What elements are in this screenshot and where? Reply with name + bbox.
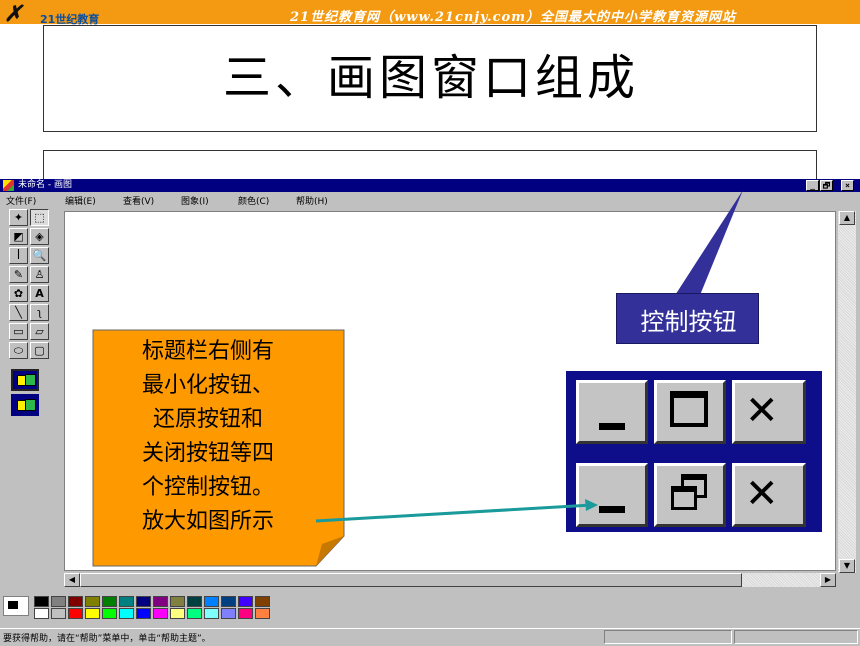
- orange-note: 标题栏右侧有 最小化按钮、 还原按钮和 关闭按钮等四 个控制按钮。 放大如图所示: [93, 330, 345, 566]
- note-line: 最小化按钮、: [141, 373, 274, 398]
- note-line: 还原按钮和: [152, 407, 263, 432]
- control-buttons-callout: 控制按钮: [616, 293, 759, 344]
- note-line: 放大如图所示: [141, 509, 274, 534]
- pointer-arrow-line: [315, 503, 593, 523]
- note-line: 个控制按钮。: [141, 475, 274, 500]
- pointer-arrowhead-icon: [585, 499, 598, 511]
- note-line: 关闭按钮等四: [141, 441, 274, 466]
- note-line: 标题栏右侧有: [141, 339, 274, 364]
- note-text: 标题栏右侧有 最小化按钮、 还原按钮和 关闭按钮等四 个控制按钮。 放大如图所示: [93, 335, 323, 539]
- ctrl-callout-pointer: [672, 190, 743, 300]
- control-buttons-label: 控制按钮: [640, 308, 737, 336]
